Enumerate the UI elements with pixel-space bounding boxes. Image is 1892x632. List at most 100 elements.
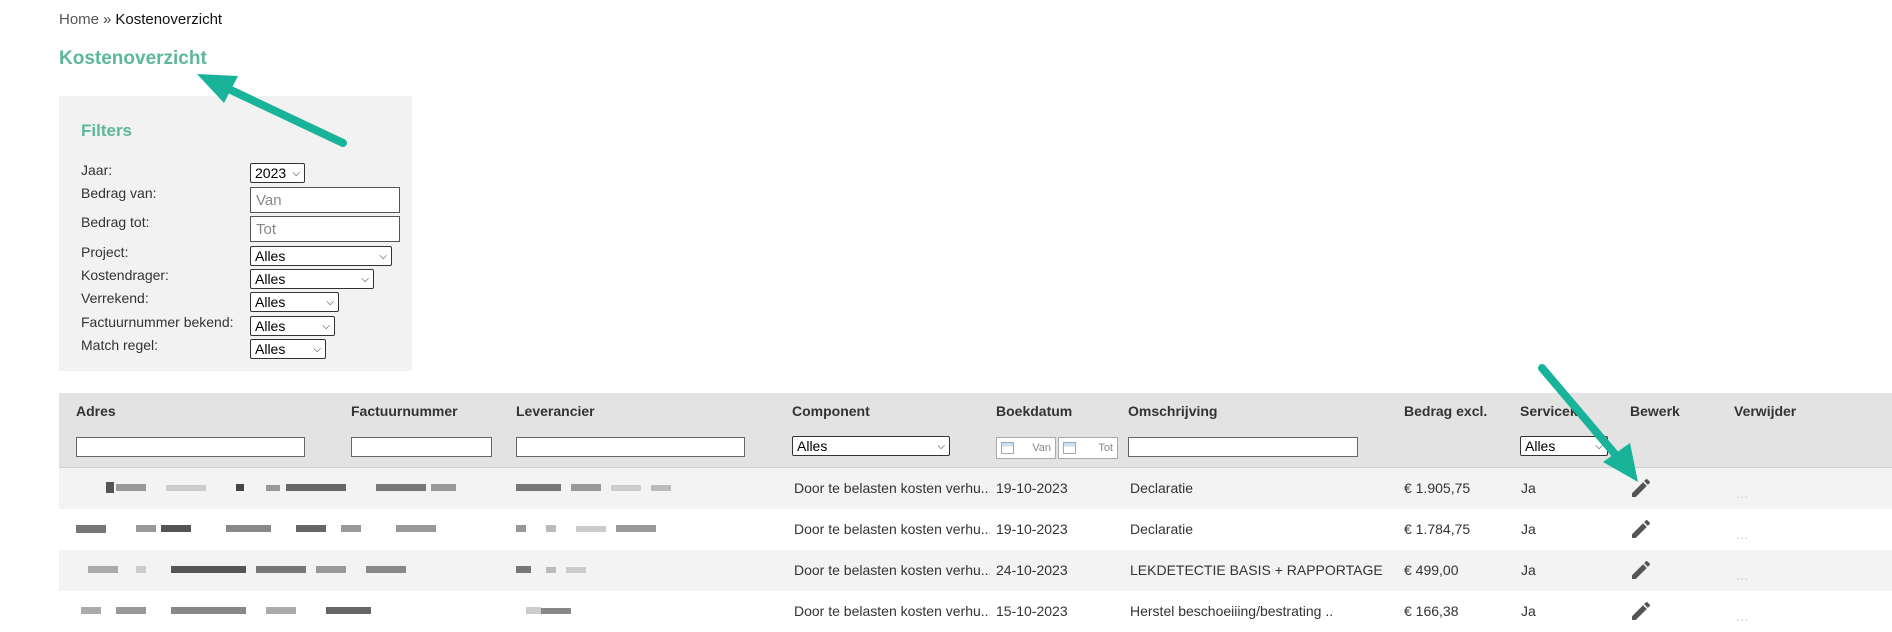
filter-match-regel-label: Match regel: <box>81 337 159 353</box>
delete-icon[interactable]: … <box>1735 485 1750 501</box>
pencil-edit-icon[interactable] <box>1629 476 1653 500</box>
breadcrumb-current: Kostenoverzicht <box>115 11 223 28</box>
pencil-edit-icon[interactable] <box>1629 517 1653 541</box>
filter-bedrag-tot-label: Bedrag tot: <box>81 214 150 230</box>
table-row[interactable]: Door te belasten kosten verhu... 19-10-2… <box>59 509 1892 550</box>
cell-boekdatum: 19-10-2023 <box>996 480 1068 496</box>
column-header-omschrijving[interactable]: Omschrijving <box>1128 403 1217 419</box>
chevron-down-icon: ⌵ <box>1595 440 1603 452</box>
table-header: Adres Factuurnummer Leverancier Componen… <box>59 393 1892 468</box>
filter-project-label: Project: <box>81 244 129 260</box>
match-regel-select[interactable]: Alles ⌵ <box>250 339 326 359</box>
cell-omschrijving: LEKDETECTIE BASIS + RAPPORTAGE <box>1130 562 1383 578</box>
delete-icon[interactable]: … <box>1735 567 1750 583</box>
cell-boekdatum: 15-10-2023 <box>996 603 1068 619</box>
component-filter-value: Alles <box>797 438 828 454</box>
column-header-bedrag[interactable]: Bedrag excl. <box>1404 403 1487 419</box>
filter-factuurnummer-bekend-label: Factuurnummer bekend: <box>81 314 234 330</box>
column-header-leverancier[interactable]: Leverancier <box>516 403 595 419</box>
cell-component: Door te belasten kosten verhu... <box>794 521 990 537</box>
redacted-address <box>106 482 456 493</box>
boekdatum-tot-placeholder: Tot <box>1098 442 1113 454</box>
cell-bedrag: € 1.784,75 <box>1404 521 1471 537</box>
filter-kostendrager-label: Kostendrager: <box>81 267 169 283</box>
project-select-value: Alles <box>255 248 286 264</box>
adres-filter-input[interactable] <box>76 437 305 457</box>
column-header-servicekosten[interactable]: Servicek <box>1520 403 1578 419</box>
redacted-supplier <box>526 607 571 614</box>
cell-servicekosten: Ja <box>1521 562 1536 578</box>
verrekend-select[interactable]: Alles ⌵ <box>250 292 339 312</box>
cell-bedrag: € 499,00 <box>1404 562 1459 578</box>
leverancier-filter-input[interactable] <box>516 437 745 457</box>
chevron-down-icon: ⌵ <box>292 167 300 179</box>
chevron-down-icon: ⌵ <box>379 250 387 262</box>
project-select[interactable]: Alles ⌵ <box>250 246 392 266</box>
cell-component: Door te belasten kosten verhu... <box>794 603 990 619</box>
kostendrager-select-value: Alles <box>255 271 286 287</box>
omschrijving-filter-input[interactable] <box>1128 437 1358 457</box>
redacted-address <box>76 525 436 533</box>
column-header-factuurnummer[interactable]: Factuurnummer <box>351 403 458 419</box>
column-header-adres[interactable]: Adres <box>76 403 116 419</box>
kostendrager-select[interactable]: Alles ⌵ <box>250 269 374 289</box>
chevron-down-icon: ⌵ <box>313 343 321 355</box>
match-regel-select-value: Alles <box>255 341 286 357</box>
factuurnummer-bekend-select-value: Alles <box>255 318 286 334</box>
cell-servicekosten: Ja <box>1521 521 1536 537</box>
calendar-icon <box>1001 442 1014 454</box>
calendar-icon <box>1063 442 1076 454</box>
cell-component: Door te belasten kosten verhu... <box>794 562 990 578</box>
column-header-verwijder: Verwijder <box>1734 403 1797 419</box>
cell-servicekosten: Ja <box>1521 480 1536 496</box>
jaar-select[interactable]: 2023 ⌵ <box>250 163 305 183</box>
breadcrumb: Home» Kostenoverzicht <box>59 11 222 28</box>
filter-verrekend-label: Verrekend: <box>81 290 149 306</box>
servicekosten-filter-value: Alles <box>1525 438 1556 454</box>
bedrag-van-input[interactable] <box>250 187 400 213</box>
breadcrumb-separator: » <box>103 11 112 28</box>
cell-omschrijving: Herstel beschoeiiing/bestrating .. <box>1130 603 1334 619</box>
table-row[interactable]: Door te belasten kosten verhu... 24-10-2… <box>59 550 1892 591</box>
boekdatum-van-placeholder: Van <box>1032 442 1051 454</box>
bedrag-tot-input[interactable] <box>250 216 400 242</box>
factuurnummer-filter-input[interactable] <box>351 437 492 457</box>
column-header-bewerk: Bewerk <box>1630 403 1680 419</box>
table-row[interactable]: Door te belasten kosten verhu... 19-10-2… <box>59 468 1892 509</box>
boekdatum-tot-input[interactable]: Tot <box>1058 437 1118 459</box>
jaar-select-value: 2023 <box>255 165 287 181</box>
boekdatum-van-input[interactable]: Van <box>996 437 1056 459</box>
cell-bedrag: € 1.905,75 <box>1404 480 1471 496</box>
pencil-edit-icon[interactable] <box>1629 599 1653 623</box>
redacted-address <box>88 566 406 573</box>
cell-boekdatum: 19-10-2023 <box>996 521 1068 537</box>
component-filter-select[interactable]: Alles ⌵ <box>792 436 950 456</box>
cell-omschrijving: Declaratie <box>1130 480 1194 496</box>
breadcrumb-home-link[interactable]: Home <box>59 11 99 28</box>
cell-component: Door te belasten kosten verhu... <box>794 480 990 496</box>
delete-icon[interactable]: … <box>1735 526 1750 542</box>
chevron-down-icon: ⌵ <box>937 440 945 452</box>
cell-boekdatum: 24-10-2023 <box>996 562 1068 578</box>
factuurnummer-bekend-select[interactable]: Alles ⌵ <box>250 316 335 336</box>
filter-bedrag-van-label: Bedrag van: <box>81 185 157 201</box>
cell-omschrijving: Declaratie <box>1130 521 1194 537</box>
table-row[interactable]: Door te belasten kosten verhu... 15-10-2… <box>59 591 1892 632</box>
filters-title: Filters <box>81 121 133 140</box>
page-title: Kostenoverzicht <box>59 48 207 69</box>
verrekend-select-value: Alles <box>255 294 286 310</box>
redacted-address <box>81 607 371 614</box>
costs-table: Adres Factuurnummer Leverancier Componen… <box>59 393 1892 632</box>
filters-panel: Filters Jaar: 2023 ⌵ Bedrag van: Bedrag t… <box>59 96 412 371</box>
servicekosten-filter-select[interactable]: Alles ⌵ <box>1520 436 1608 456</box>
pencil-edit-icon[interactable] <box>1629 558 1653 582</box>
cell-servicekosten: Ja <box>1521 603 1536 619</box>
column-header-boekdatum[interactable]: Boekdatum <box>996 403 1072 419</box>
redacted-supplier <box>516 484 671 491</box>
chevron-down-icon: ⌵ <box>326 296 334 308</box>
chevron-down-icon: ⌵ <box>322 320 330 332</box>
chevron-down-icon: ⌵ <box>361 273 369 285</box>
column-header-component[interactable]: Component <box>792 403 870 419</box>
redacted-supplier <box>516 525 656 532</box>
redacted-supplier <box>516 566 586 573</box>
